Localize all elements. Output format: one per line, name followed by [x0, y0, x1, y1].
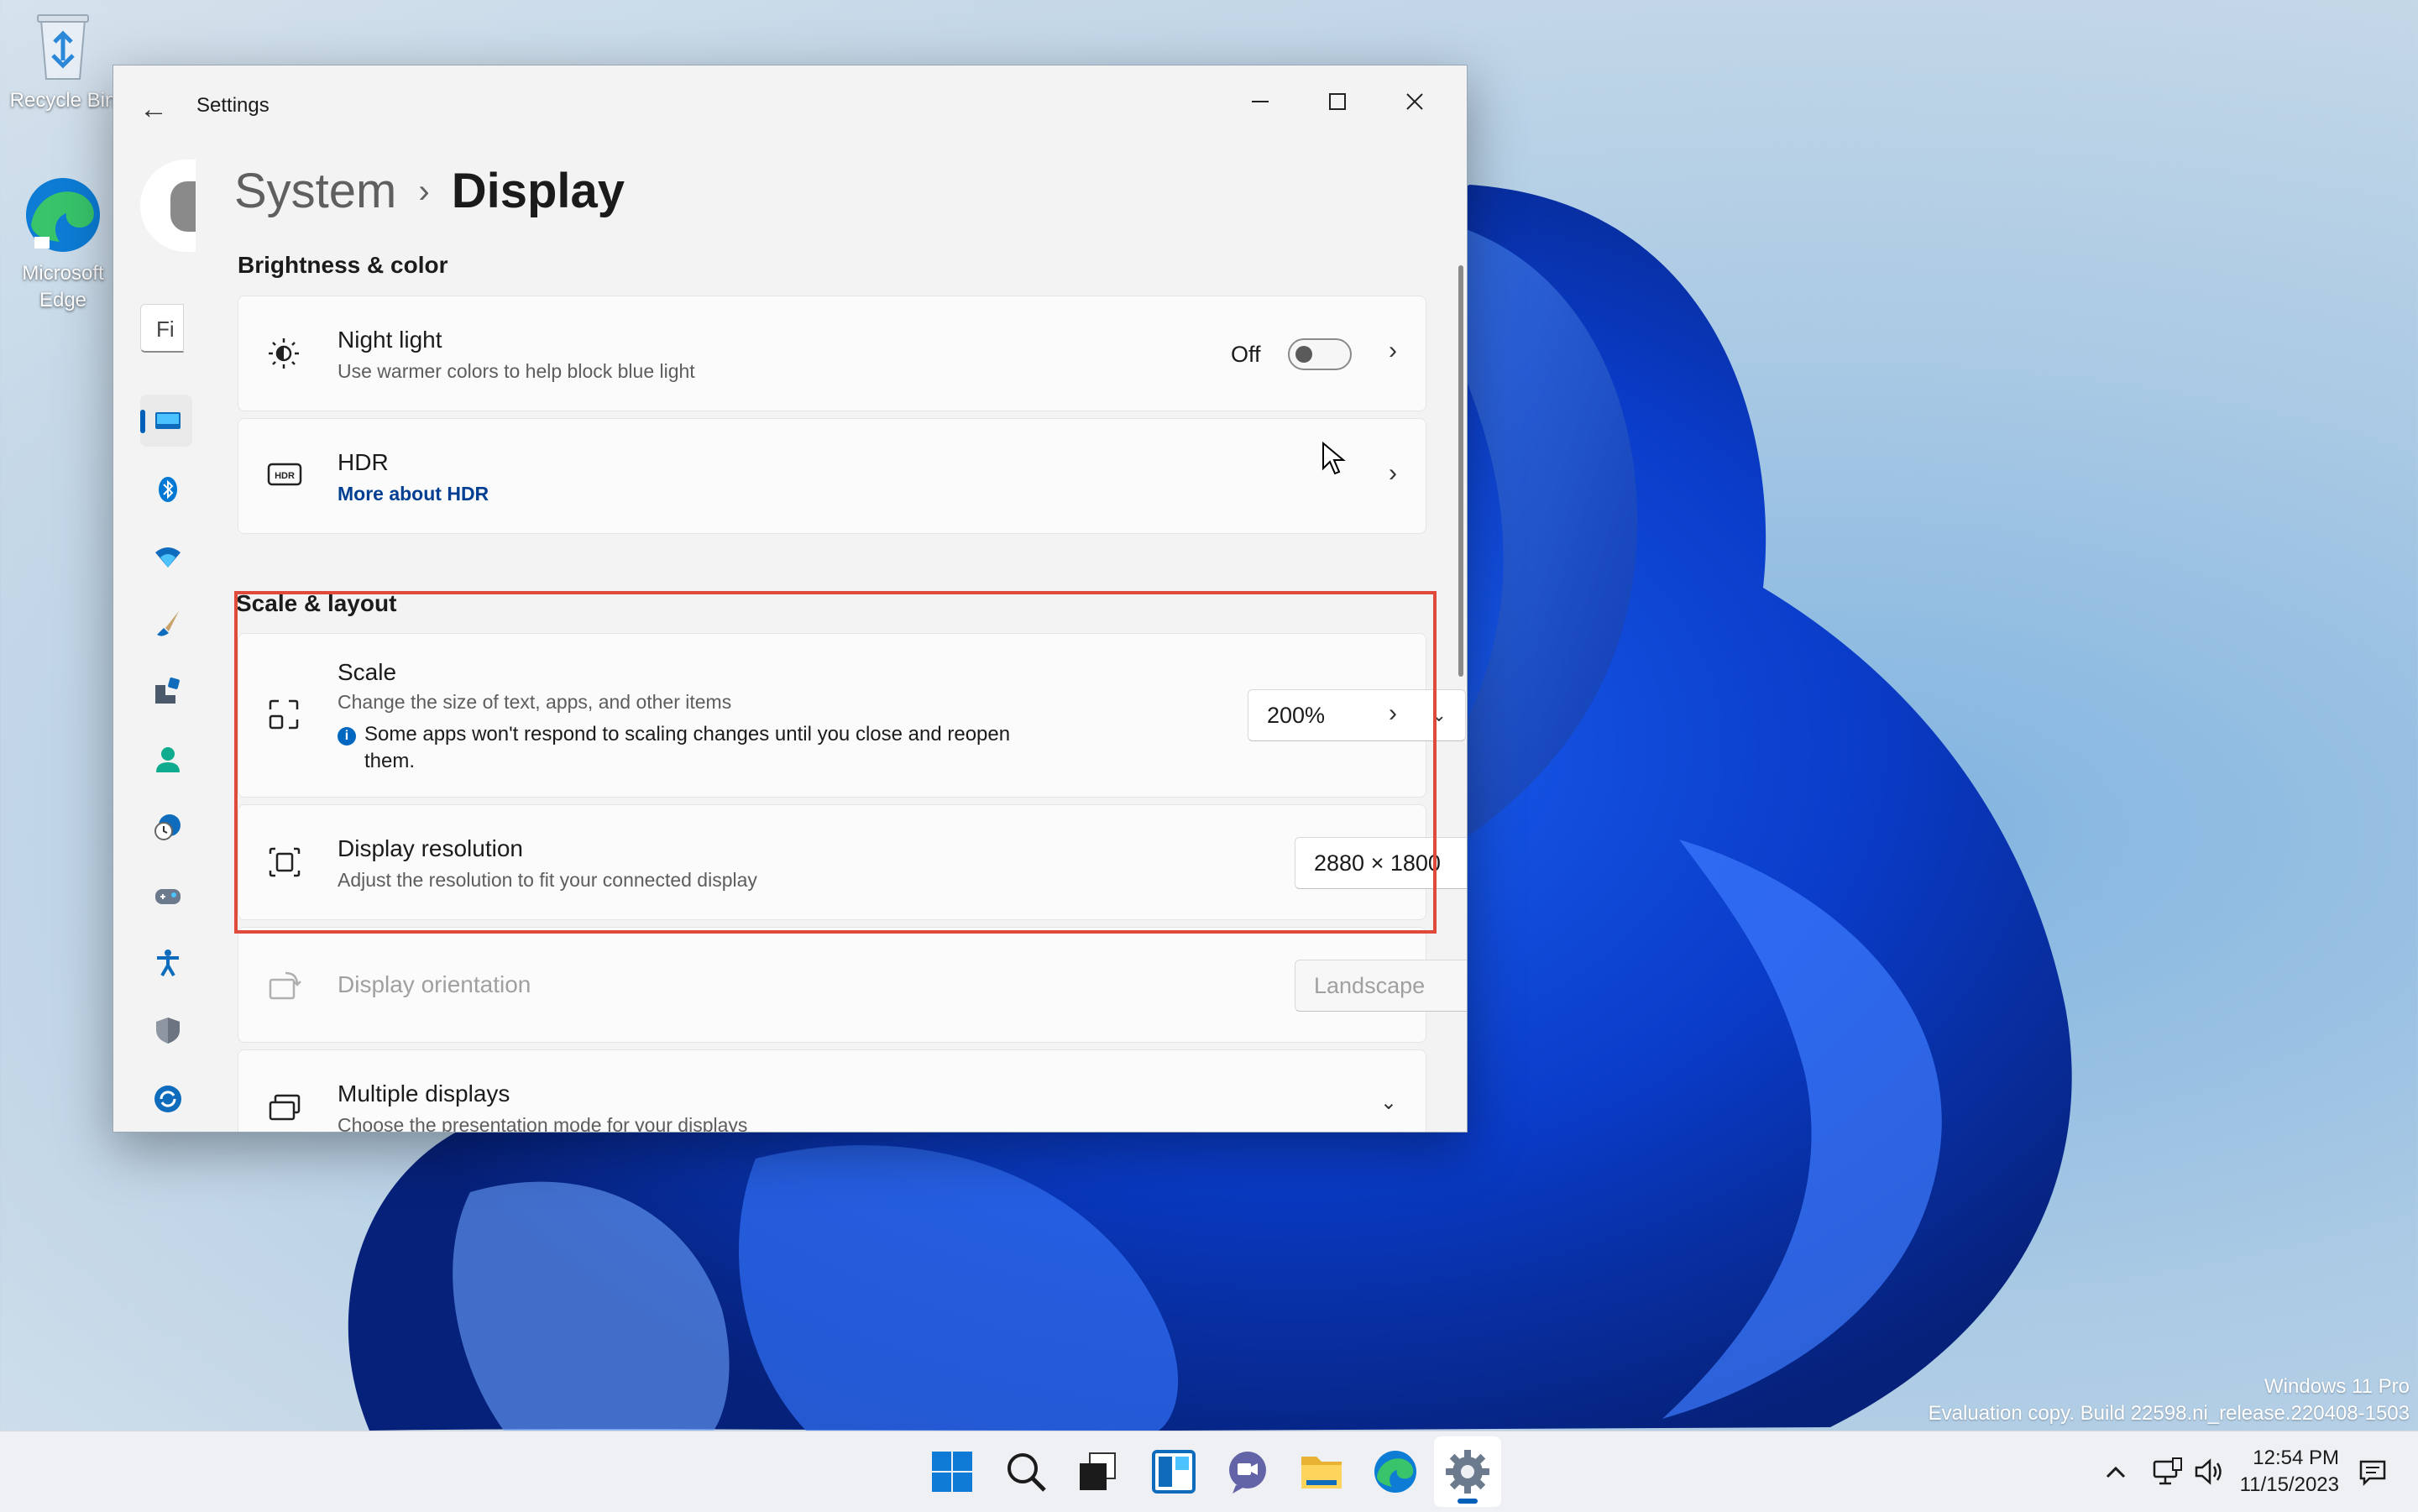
- taskbar: 12:54 PM 11/15/2023: [0, 1431, 2418, 1512]
- nav-item-privacy[interactable]: [140, 1004, 192, 1056]
- hdr-more-link[interactable]: More about HDR: [338, 483, 489, 505]
- edge-desktop-icon[interactable]: Microsoft Edge: [0, 175, 126, 314]
- breadcrumb-parent[interactable]: System: [234, 164, 396, 218]
- window-title: Settings: [196, 94, 270, 117]
- back-arrow-icon[interactable]: ←: [135, 91, 172, 128]
- brush-icon: [157, 611, 179, 636]
- nav-item-personalization[interactable]: [140, 598, 192, 650]
- nav-item-accessibility[interactable]: [140, 937, 192, 989]
- hdr-card[interactable]: HDR HDR More about HDR ›: [238, 418, 1426, 534]
- night-light-card[interactable]: Night light Use warmer colors to help bl…: [238, 296, 1426, 411]
- clock-date: 11/15/2023: [2239, 1473, 2339, 1496]
- nav-item-gaming[interactable]: [140, 870, 192, 922]
- chevron-right-icon[interactable]: ›: [1389, 337, 1397, 365]
- title-bar: ← Settings: [113, 65, 1467, 149]
- volume-icon[interactable]: [2193, 1455, 2227, 1488]
- orientation-icon: [269, 971, 301, 1000]
- search-icon[interactable]: [1002, 1448, 1049, 1495]
- section-brightness-color: Brightness & color: [238, 252, 448, 278]
- close-button[interactable]: [1381, 77, 1448, 128]
- hdr-icon: HDR: [267, 463, 302, 486]
- night-light-state-label: Off: [1231, 342, 1261, 367]
- system-clock[interactable]: 12:54 PM 11/15/2023: [2240, 1445, 2339, 1499]
- gamepad-icon: [155, 889, 181, 904]
- watermark-build: Evaluation copy. Build 22598.ni_release.…: [1928, 1402, 2410, 1425]
- night-light-toggle[interactable]: [1288, 338, 1352, 370]
- file-explorer-icon[interactable]: [1298, 1448, 1345, 1495]
- shield-icon: [156, 1018, 180, 1044]
- nav-item-system[interactable]: [140, 395, 192, 447]
- minimize-icon: [1252, 101, 1269, 102]
- clock-globe-icon: [154, 814, 181, 840]
- update-icon: [154, 1086, 181, 1112]
- task-view-icon[interactable]: [1075, 1448, 1122, 1495]
- recycle-bin-icon: [37, 14, 89, 80]
- highlight-box: [234, 591, 1437, 934]
- nav-item-network[interactable]: [140, 531, 192, 583]
- chevron-up-icon[interactable]: [2099, 1455, 2133, 1488]
- accessibility-icon: [157, 950, 179, 977]
- recycle-bin-label: Recycle Bin: [9, 89, 117, 112]
- nav-item-windows-update[interactable]: [140, 1073, 192, 1125]
- edge-label: Microsoft Edge: [22, 262, 104, 311]
- scrollbar[interactable]: [1458, 265, 1463, 677]
- start-icon[interactable]: [929, 1448, 976, 1495]
- multiple-displays-title: Multiple displays: [338, 1080, 510, 1107]
- mouse-cursor-icon: [1322, 442, 1346, 475]
- night-light-icon: [269, 338, 299, 369]
- multiple-displays-icon: [269, 1094, 301, 1121]
- night-light-subtitle: Use warmer colors to help block blue lig…: [338, 360, 695, 382]
- chevron-down-icon[interactable]: ⌄: [1380, 1091, 1397, 1115]
- settings-window: ← Settings Fi System › Display Brightnes…: [113, 65, 1468, 1133]
- orientation-dropdown: Landscape ⌄: [1295, 960, 1467, 1012]
- close-icon: [1406, 93, 1423, 110]
- notification-icon[interactable]: [2358, 1457, 2388, 1487]
- bluetooth-icon: [159, 477, 177, 502]
- nav-item-apps[interactable]: [140, 665, 192, 717]
- hdr-title: HDR: [338, 449, 389, 475]
- nav-item-bluetooth[interactable]: [140, 463, 192, 515]
- chat-icon[interactable]: [1224, 1448, 1271, 1495]
- windows-watermark: Windows 11 Pro Evaluation copy. Build 22…: [1929, 1373, 2410, 1427]
- search-input[interactable]: Fi: [140, 304, 184, 353]
- monitor-icon: [155, 412, 181, 429]
- svg-text:HDR: HDR: [275, 471, 295, 481]
- network-icon[interactable]: [2151, 1455, 2185, 1488]
- settings-icon[interactable]: [1444, 1448, 1491, 1495]
- nav-item-time-language[interactable]: [140, 801, 192, 853]
- clock-time: 12:54 PM: [2253, 1447, 2339, 1469]
- person-icon: [156, 747, 180, 772]
- minimize-button[interactable]: [1227, 77, 1294, 128]
- orientation-value: Landscape: [1314, 973, 1426, 998]
- widgets-icon[interactable]: [1150, 1448, 1197, 1495]
- maximize-icon: [1329, 93, 1346, 110]
- chevron-right-icon[interactable]: ›: [1389, 459, 1397, 488]
- breadcrumb: System › Display: [234, 158, 625, 225]
- display-orientation-title: Display orientation: [338, 971, 531, 997]
- watermark-edition: Windows 11 Pro: [2264, 1375, 2410, 1398]
- nav-item-accounts[interactable]: [140, 734, 192, 786]
- page-title: Display: [451, 164, 625, 218]
- avatar[interactable]: [140, 160, 196, 252]
- apps-icon: [155, 678, 180, 704]
- edge-icon[interactable]: [1372, 1448, 1419, 1495]
- multiple-displays-subtitle: Choose the presentation mode for your di…: [338, 1114, 748, 1133]
- night-light-title: Night light: [338, 327, 442, 353]
- breadcrumb-separator: ›: [418, 173, 430, 210]
- multiple-displays-card[interactable]: Multiple displays Choose the presentatio…: [238, 1049, 1426, 1133]
- maximize-button[interactable]: [1304, 77, 1371, 128]
- display-orientation-card: Display orientation Landscape ⌄: [238, 927, 1467, 1043]
- wifi-icon: [155, 547, 181, 568]
- edge-icon: [26, 178, 100, 252]
- recycle-bin-desktop-icon[interactable]: Recycle Bin: [0, 8, 126, 114]
